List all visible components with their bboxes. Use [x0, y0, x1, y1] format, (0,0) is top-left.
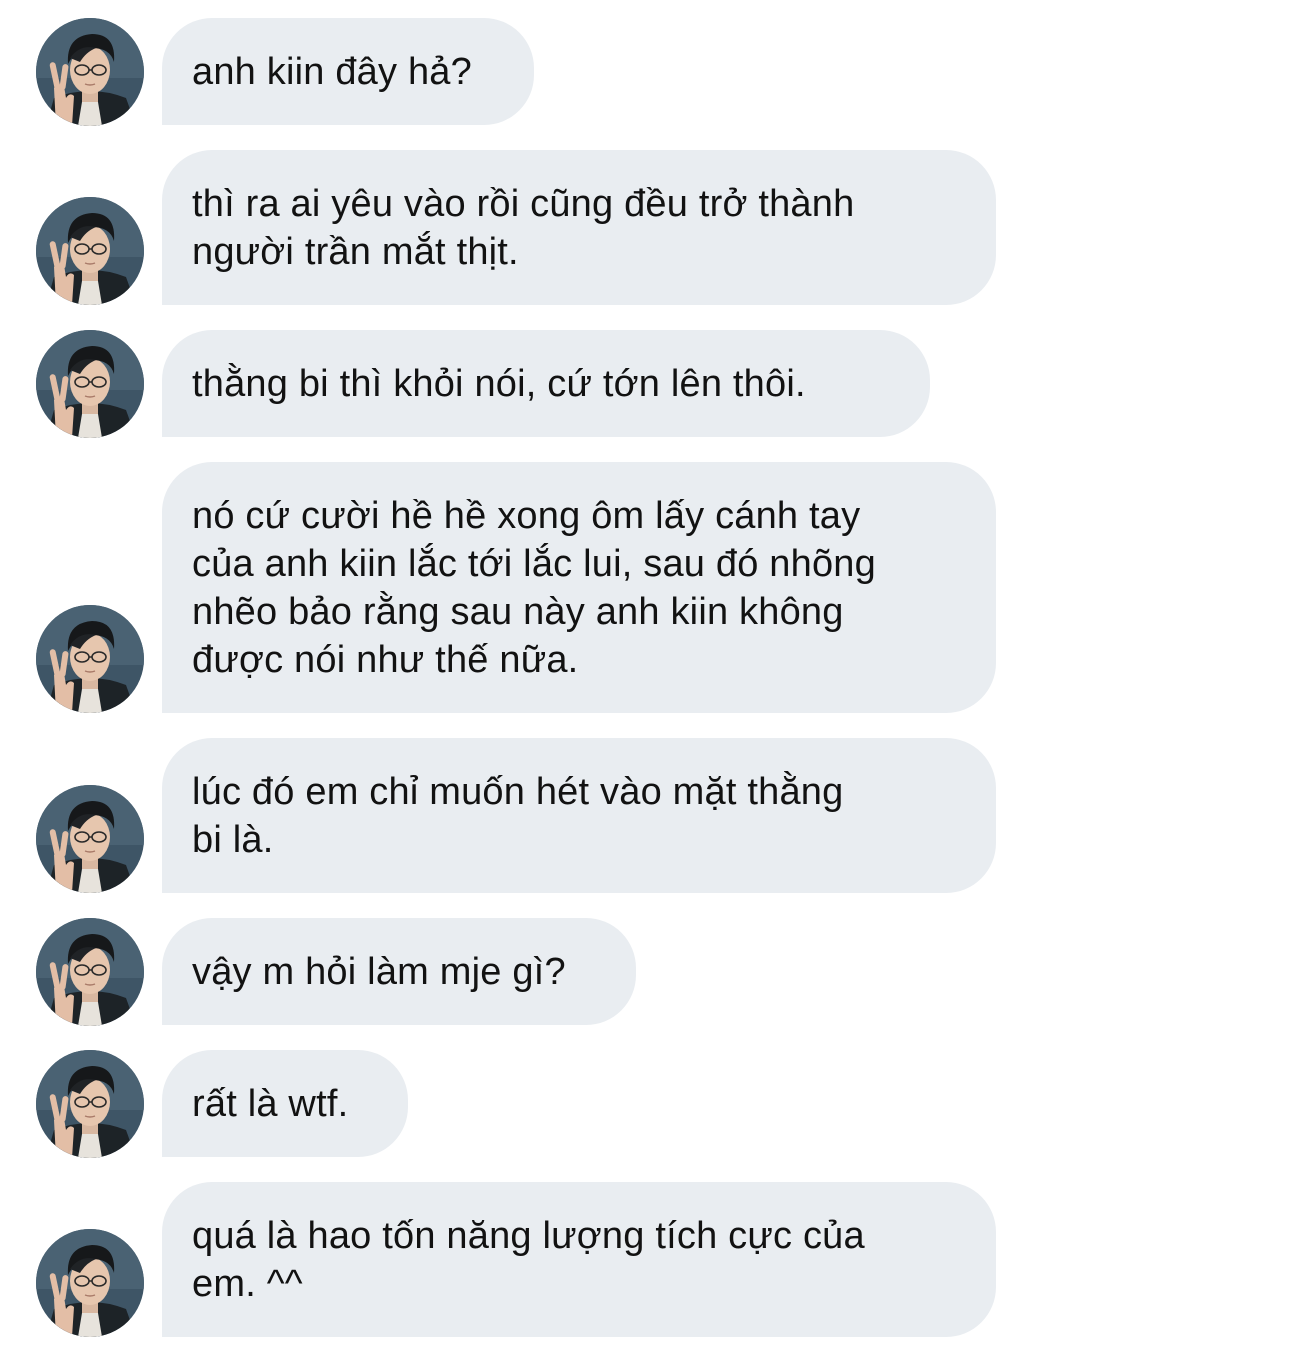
message-bubble[interactable]: nó cứ cười hề hề xong ôm lấy cánh tay củ…: [162, 462, 996, 713]
profile-photo-avatar-icon[interactable]: [36, 18, 144, 126]
profile-photo-avatar-icon[interactable]: [36, 785, 144, 893]
profile-photo-avatar-icon[interactable]: [36, 1229, 144, 1337]
message-row: nó cứ cười hề hề xong ôm lấy cánh tay củ…: [0, 462, 1290, 713]
message-row: rất là wtf.: [0, 1050, 1290, 1157]
message-bubble[interactable]: vậy m hỏi làm mje gì?: [162, 918, 636, 1025]
message-row: quá là hao tốn năng lượng tích cực của e…: [0, 1182, 1290, 1337]
profile-photo-avatar-icon[interactable]: [36, 330, 144, 438]
profile-photo-avatar-icon[interactable]: [36, 605, 144, 713]
message-row: lúc đó em chỉ muốn hét vào mặt thằng bi …: [0, 738, 1290, 893]
message-bubble[interactable]: lúc đó em chỉ muốn hét vào mặt thằng bi …: [162, 738, 996, 893]
message-row: anh kiin đây hả?: [0, 18, 1290, 125]
message-row: thằng bi thì khỏi nói, cứ tớn lên thôi.: [0, 330, 1290, 437]
message-bubble[interactable]: rất là wtf.: [162, 1050, 408, 1157]
profile-photo-avatar-icon[interactable]: [36, 197, 144, 305]
message-row: thì ra ai yêu vào rồi cũng đều trở thành…: [0, 150, 1290, 305]
message-bubble[interactable]: quá là hao tốn năng lượng tích cực của e…: [162, 1182, 996, 1337]
message-bubble[interactable]: thì ra ai yêu vào rồi cũng đều trở thành…: [162, 150, 996, 305]
message-bubble[interactable]: anh kiin đây hả?: [162, 18, 534, 125]
profile-photo-avatar-icon[interactable]: [36, 918, 144, 1026]
message-row: vậy m hỏi làm mje gì?: [0, 918, 1290, 1025]
profile-photo-avatar-icon[interactable]: [36, 1050, 144, 1158]
message-bubble[interactable]: thằng bi thì khỏi nói, cứ tớn lên thôi.: [162, 330, 930, 437]
